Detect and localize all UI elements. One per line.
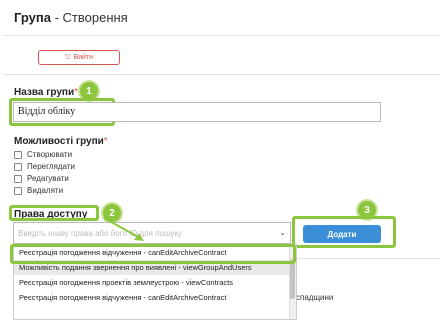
chevron-down-icon: ⌄	[279, 228, 286, 237]
access-rights-select[interactable]: Введіть назву права або його ID для пошу…	[13, 222, 291, 244]
capability-label: Видаляти	[27, 186, 64, 195]
exit-button-label: Вийти	[73, 54, 94, 61]
capability-label: Переглядати	[27, 162, 75, 171]
dropdown-option[interactable]: Реєстрація погодження проектів землеустр…	[14, 275, 296, 290]
checkbox[interactable]	[14, 174, 22, 183]
background-cell-text: спадщини	[296, 293, 334, 302]
dropdown-scrollbar-thumb[interactable]	[290, 259, 295, 299]
toolbar-divider	[4, 74, 440, 75]
group-name-value: Відділ обліку	[18, 106, 76, 117]
add-button[interactable]: Додати	[303, 225, 381, 243]
page-title: Група - Створення	[14, 10, 128, 25]
required-mark: *	[103, 136, 108, 147]
capability-label: Створювати	[27, 150, 73, 159]
checkbox[interactable]	[14, 150, 22, 159]
exit-button[interactable]: ⎋ Вийти	[38, 50, 120, 65]
step-badge-2: 2	[103, 204, 121, 222]
checkbox[interactable]	[14, 186, 22, 195]
checkbox[interactable]	[14, 162, 22, 171]
access-rights-placeholder: Введіть назву права або його ID для пошу…	[18, 229, 183, 238]
page-title-action: - Створення	[50, 10, 128, 25]
capability-view[interactable]: Переглядати	[14, 162, 75, 171]
group-name-label: Назва групи*	[14, 87, 78, 98]
table-divider	[297, 258, 440, 259]
group-name-label-text: Назва групи	[14, 87, 75, 98]
exit-icon: ⎋	[64, 53, 71, 61]
capability-create[interactable]: Створювати	[14, 150, 72, 159]
group-name-input[interactable]: Відділ обліку	[13, 102, 381, 122]
capability-label: Редагувати	[27, 174, 69, 183]
dropdown-option[interactable]: Реєстрація погодження відчуження - canEd…	[14, 290, 296, 305]
page-title-entity: Група	[14, 10, 51, 25]
required-mark: *	[74, 87, 79, 98]
header-divider	[4, 35, 440, 36]
capabilities-label-text: Можливості групи	[14, 136, 104, 147]
capability-delete[interactable]: Видаляти	[14, 186, 63, 195]
highlight-access-label	[9, 205, 99, 221]
highlight-first-option	[10, 244, 296, 264]
capability-edit[interactable]: Редагувати	[14, 174, 69, 183]
capabilities-label: Можливості групи*	[14, 136, 108, 147]
